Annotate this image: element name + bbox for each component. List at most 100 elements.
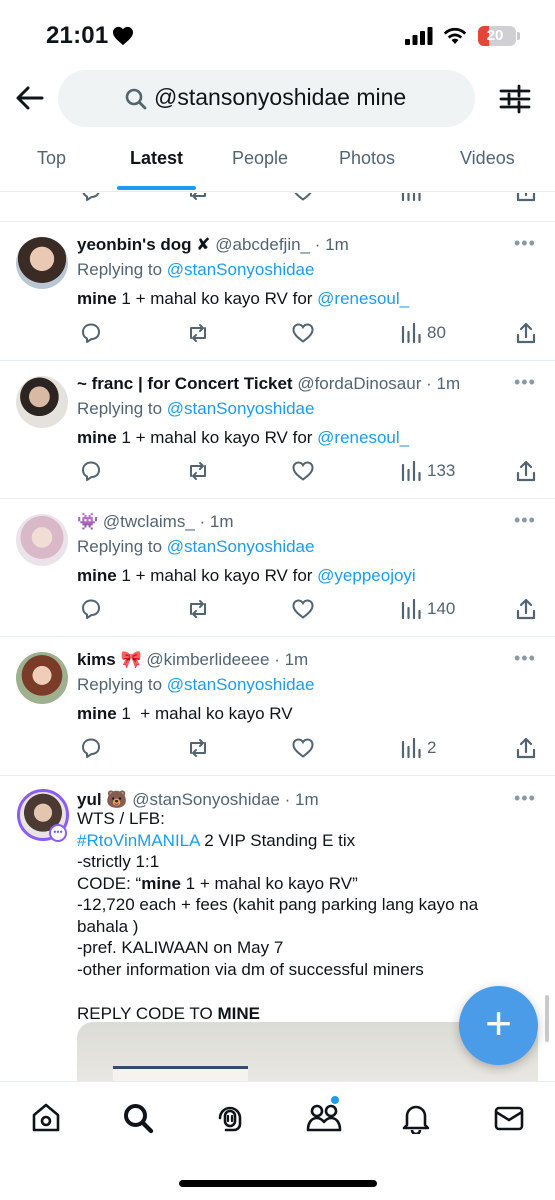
timestamp: · 1m	[426, 374, 461, 393]
reply-icon[interactable]	[79, 321, 103, 345]
share-icon[interactable]	[514, 597, 538, 621]
tweet-line: CODE: “mine 1 + mahal ko kayo RV”	[77, 873, 542, 895]
tab-top[interactable]: Top	[37, 148, 66, 169]
home-indicator	[179, 1180, 377, 1187]
reply-mention-link[interactable]: @stanSonyoshidae	[167, 675, 315, 694]
more-options-icon[interactable]: •••	[514, 648, 536, 669]
handle[interactable]: @kimberlideeee	[146, 650, 269, 669]
reply-mention-link[interactable]: @stanSonyoshidae	[167, 260, 315, 279]
tweet-line: -pref. KALIWAAN on May 7	[77, 938, 284, 957]
highlighted-term: MINE	[217, 1004, 260, 1023]
compose-tweet-button[interactable]: +	[459, 986, 538, 1065]
tweet-item[interactable]: ~ franc | for Concert Ticket @fordaDinos…	[0, 360, 555, 498]
tweet-line-text: 2 VIP Standing E tix	[199, 830, 356, 850]
avatar[interactable]	[16, 514, 68, 566]
retweet-icon[interactable]	[186, 193, 210, 203]
tweet-item[interactable]: yeonbin's dog ✘ @abcdefjin_ · 1m ••• Rep…	[0, 221, 555, 360]
scrollbar[interactable]	[545, 995, 549, 1042]
views-icon[interactable]	[400, 597, 422, 621]
retweet-icon[interactable]	[186, 321, 210, 345]
view-count: 2	[427, 738, 437, 757]
handle[interactable]: @abcdefjin_	[215, 235, 310, 254]
home-icon[interactable]	[30, 1102, 62, 1134]
timestamp: · 1m	[314, 235, 349, 254]
tweet-body-text: 1 + mahal ko kayo RV for	[116, 289, 318, 308]
tweet-item[interactable]: 👾 @twclaims_ · 1m ••• Replying to @stanS…	[0, 498, 555, 636]
active-tab-indicator	[117, 186, 196, 190]
handle[interactable]: @stanSonyoshidae	[132, 790, 280, 809]
tweet-actions: 80	[77, 321, 542, 347]
tweet-body-text: 1 + mahal ko kayo RV for	[116, 428, 318, 447]
display-name[interactable]: yeonbin's dog ✘	[77, 235, 211, 254]
hashtag-link[interactable]: #RtoVinMANILA	[77, 831, 200, 850]
tab-latest[interactable]: Latest	[130, 148, 183, 169]
more-options-icon[interactable]: •••	[514, 510, 536, 531]
tab-photos[interactable]: Photos	[339, 148, 395, 169]
tweet-line: -strictly 1:1	[77, 852, 160, 871]
views-icon[interactable]	[400, 193, 422, 203]
timestamp: · 1m	[274, 650, 309, 669]
more-options-icon[interactable]: •••	[514, 233, 536, 254]
battery-indicator: 20	[478, 26, 520, 46]
tab-people[interactable]: People	[232, 148, 288, 169]
tweet-item[interactable]: kims 🎀 @kimberlideeee · 1m ••• Replying …	[0, 636, 555, 775]
share-icon[interactable]	[514, 193, 538, 203]
highlighted-term: mine	[77, 566, 117, 585]
display-name[interactable]: kims 🎀	[77, 650, 142, 669]
plus-icon: +	[485, 997, 512, 1049]
messages-icon[interactable]	[493, 1102, 525, 1134]
search-icon	[125, 88, 147, 110]
retweet-icon[interactable]	[186, 736, 210, 760]
reply-mention-link[interactable]: @stanSonyoshidae	[167, 399, 315, 418]
display-name[interactable]: yul 🐻	[77, 790, 127, 809]
wifi-icon	[443, 27, 467, 44]
reply-icon[interactable]	[79, 736, 103, 760]
like-icon[interactable]	[291, 321, 315, 345]
like-icon[interactable]	[291, 193, 315, 203]
communities-icon[interactable]	[306, 1102, 342, 1134]
highlighted-term: mine	[77, 704, 117, 723]
retweet-icon[interactable]	[186, 597, 210, 621]
share-icon[interactable]	[514, 736, 538, 760]
status-bar: 21:01 20	[0, 0, 555, 68]
reply-icon[interactable]	[79, 459, 103, 483]
views-icon[interactable]	[400, 459, 422, 483]
avatar[interactable]	[16, 376, 68, 428]
handle[interactable]: @twclaims_	[103, 512, 195, 531]
display-name[interactable]: ~ franc | for Concert Ticket	[77, 374, 293, 393]
reply-mention-link[interactable]: @stanSonyoshidae	[167, 537, 315, 556]
tweet-text: mine 1 + mahal ko kayo RV for @renesoul_	[77, 288, 409, 310]
tweet-text: mine 1 + mahal ko kayo RV for @yeppeojoy…	[77, 565, 416, 587]
notifications-icon[interactable]	[400, 1102, 432, 1134]
search-icon[interactable]	[122, 1102, 154, 1134]
reply-icon[interactable]	[79, 193, 103, 203]
avatar[interactable]	[16, 237, 68, 289]
like-icon[interactable]	[291, 597, 315, 621]
retweet-icon[interactable]	[186, 459, 210, 483]
tweet-actions: 133	[77, 459, 542, 485]
filter-sliders-icon[interactable]	[499, 84, 531, 114]
mention-link[interactable]: @renesoul_	[317, 428, 409, 447]
tweet-feed[interactable]: 6 yeonbin's dog ✘ @abcdefjin_ · 1m ••• R…	[0, 193, 555, 1081]
share-icon[interactable]	[514, 321, 538, 345]
more-options-icon[interactable]: •••	[514, 788, 536, 809]
tab-videos[interactable]: Videos	[460, 148, 515, 169]
share-icon[interactable]	[514, 459, 538, 483]
avatar[interactable]	[16, 652, 68, 704]
like-icon[interactable]	[291, 459, 315, 483]
search-input[interactable]: @stansonyoshidae mine	[58, 70, 475, 127]
views-icon[interactable]	[400, 736, 422, 760]
views-icon[interactable]	[400, 321, 422, 345]
spaces-icon[interactable]	[214, 1102, 246, 1134]
display-name[interactable]: 👾	[77, 512, 98, 531]
back-arrow-icon[interactable]	[14, 84, 46, 112]
more-options-icon[interactable]: •••	[514, 372, 536, 393]
replying-to-label: Replying to	[77, 399, 167, 418]
handle[interactable]: @fordaDinosaur	[297, 374, 421, 393]
reply-icon[interactable]	[79, 597, 103, 621]
signal-icon	[405, 27, 433, 45]
like-icon[interactable]	[291, 736, 315, 760]
mention-link[interactable]: @renesoul_	[317, 289, 409, 308]
mention-link[interactable]: @yeppeojoyi	[317, 566, 416, 585]
tweet-body-text: 1 + mahal ko kayo RV	[116, 704, 293, 723]
